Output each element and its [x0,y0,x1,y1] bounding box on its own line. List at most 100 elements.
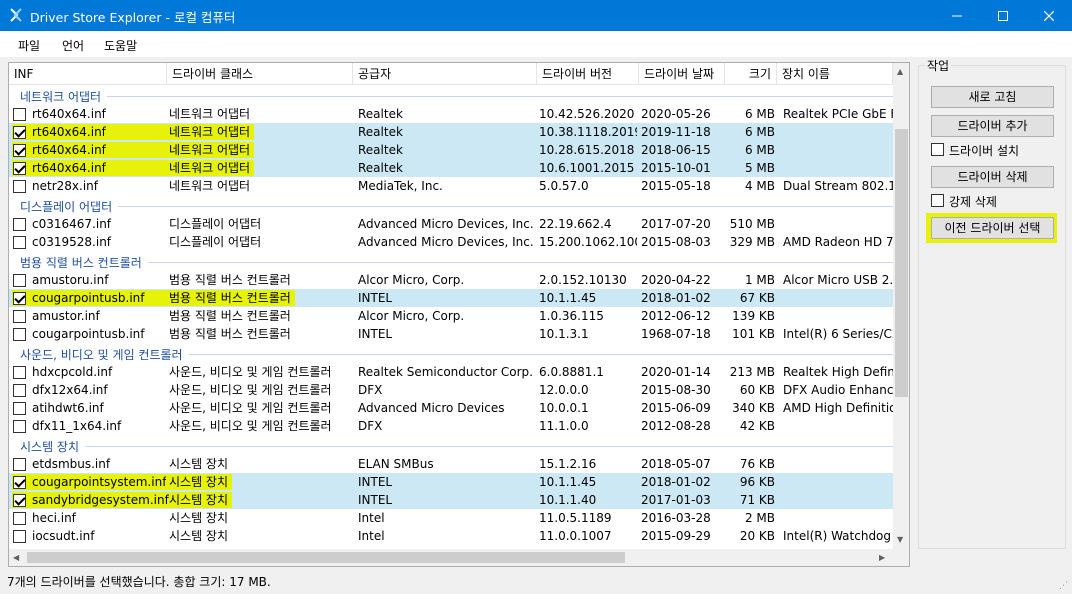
row-checkbox[interactable] [13,310,26,323]
row-checkbox[interactable] [13,384,26,397]
row-checkbox[interactable] [13,494,26,507]
table-row[interactable]: cougarpointusb.inf 범용 직렬 버스 컨트롤러 INTEL 10.1… [9,289,893,307]
delete-driver-button[interactable]: 드라이버 삭제 [931,166,1054,188]
table-row[interactable]: amustoru.inf 범용 직렬 버스 컨트롤러 Alcor Micro, Co… [9,271,893,289]
cell-size: 60 KB [739,383,775,397]
table-row[interactable]: etdsmbus.inf 시스템 장치 ELAN SMBus 15.1.2.16 201… [9,455,893,473]
cell-cls: 시스템 장치 [169,511,229,525]
cell-provider: DFX [358,419,383,433]
table-row[interactable]: heci.inf 시스템 장치 Intel 11.0.5.1189 2016-03-28… [9,509,893,527]
column-provider[interactable]: 공급자 [353,63,537,85]
menu-file[interactable]: 파일 [18,37,40,54]
group-header[interactable]: 사운드, 비디오 및 게임 컨트롤러 [9,343,893,363]
row-checkbox[interactable] [13,328,26,341]
cell-version: 10.1.1.40 [539,493,597,507]
add-driver-button[interactable]: 드라이버 추가 [931,115,1054,137]
vertical-scroll-thumb[interactable] [895,129,908,397]
cell-inf: rt640x64.inf [32,125,106,139]
horizontal-scrollbar[interactable]: ◀ ▶ [9,549,893,566]
cell-provider: INTEL [358,291,393,305]
table-row[interactable]: cougarpointsystem.inf 시스템 장치 INTEL 10.1.1.4… [9,473,893,491]
row-checkbox[interactable] [13,144,26,157]
refresh-button[interactable]: 새로 고침 [931,86,1054,108]
resize-grip-icon[interactable]: ⋰ [1059,581,1068,591]
cell-inf: amustoru.inf [32,273,109,287]
table-row[interactable]: atihdwt6.inf 사운드, 비디오 및 게임 컨트롤러 Advanced M… [9,399,893,417]
cell-date: 2015-10-01 [641,161,711,175]
group-divider [85,446,893,447]
minimize-icon [952,15,962,16]
row-checkbox[interactable] [13,274,26,287]
cell-cls: 범용 직렬 버스 컨트롤러 [169,273,291,287]
row-checkbox[interactable] [13,236,26,249]
table-row[interactable]: amustor.inf 범용 직렬 버스 컨트롤러 Alcor Micro, Cor… [9,307,893,325]
scroll-left-icon[interactable]: ◀ [13,553,19,562]
table-row[interactable]: c0316467.inf 디스플레이 어댑터 Advanced Micro Devi… [9,215,893,233]
table-row[interactable]: netr28x.inf 네트워크 어댑터 MediaTek, Inc. 5.0.57.… [9,177,893,195]
row-checkbox[interactable] [13,292,26,305]
table-row[interactable]: hdxcpcold.inf 사운드, 비디오 및 게임 컨트롤러 Realtek S… [9,363,893,381]
column-inf[interactable]: INF [9,63,167,85]
scroll-right-icon[interactable]: ▶ [879,553,885,562]
column-device-name[interactable]: 장치 이름 [777,63,893,85]
vertical-scrollbar[interactable]: ▲ ▼ [893,63,909,549]
row-checkbox[interactable] [13,530,26,543]
cell-cls: 시스템 장치 [169,493,229,507]
row-checkbox[interactable] [13,420,26,433]
table-row[interactable]: rt640x64.inf 네트워크 어댑터 Realtek 10.38.1118.20… [9,123,893,141]
cell-version: 10.1.1.45 [539,291,597,305]
row-checkbox[interactable] [13,512,26,525]
install-driver-checkbox[interactable] [931,143,944,156]
group-header[interactable]: 시스템 장치 [9,435,893,455]
cell-provider: Intel [358,529,385,543]
cell-cls: 사운드, 비디오 및 게임 컨트롤러 [169,365,332,379]
cell-date: 2019-11-18 [641,125,711,139]
group-header[interactable]: 범용 직렬 버스 컨트롤러 [9,251,893,271]
cell-provider: DFX [358,383,383,397]
force-delete-checkbox[interactable] [931,194,944,207]
cell-inf: sandybridgesystem.inf [32,493,169,507]
select-old-drivers-button[interactable]: 이전 드라이버 선택 [931,217,1054,239]
cell-date: 2020-04-22 [641,273,711,287]
column-size[interactable]: 크기 [725,63,777,85]
row-checkbox[interactable] [13,402,26,415]
row-checkbox[interactable] [13,126,26,139]
minimize-button[interactable] [934,0,980,31]
column-driver-version[interactable]: 드라이버 버전 [537,63,639,85]
table-row[interactable]: iocsudt.inf 시스템 장치 Intel 11.0.0.1007 2015-09… [9,527,893,545]
cell-inf: iocsudt.inf [32,529,95,543]
row-checkbox[interactable] [13,180,26,193]
menu-language[interactable]: 언어 [62,37,84,54]
cell-cls: 시스템 장치 [169,457,229,471]
column-driver-date[interactable]: 드라이버 날짜 [639,63,725,85]
scroll-down-icon[interactable]: ▼ [897,535,903,544]
row-checkbox[interactable] [13,162,26,175]
table-row[interactable]: rt640x64.inf 네트워크 어댑터 Realtek 10.42.526.202… [9,105,893,123]
cell-provider: MediaTek, Inc. [358,179,443,193]
close-button[interactable] [1026,0,1072,31]
cell-inf: amustor.inf [32,309,100,323]
driver-list[interactable]: INF 드라이버 클래스 공급자 드라이버 버전 드라이버 날짜 크기 장치 이… [8,62,910,567]
scroll-up-icon[interactable]: ▲ [897,67,903,76]
status-bar: 7개의 드라이버를 선택했습니다. 총합 크기: 17 MB. ⋰ [0,570,1072,594]
menu-help[interactable]: 도움말 [104,37,137,54]
cell-provider: INTEL [358,493,393,507]
table-row[interactable]: sandybridgesystem.inf 시스템 장치 INTEL 10.1.1.4… [9,491,893,509]
table-row[interactable]: rt640x64.inf 네트워크 어댑터 Realtek 10.6.1001.201… [9,159,893,177]
table-row[interactable]: dfx12x64.inf 사운드, 비디오 및 게임 컨트롤러 DFX 12.0.0.… [9,381,893,399]
row-checkbox[interactable] [13,458,26,471]
row-checkbox[interactable] [13,218,26,231]
group-header[interactable]: 디스플레이 어댑터 [9,195,893,215]
cell-device [783,290,893,306]
horizontal-scroll-thumb[interactable] [27,552,625,563]
row-checkbox[interactable] [13,476,26,489]
row-checkbox[interactable] [13,108,26,121]
maximize-button[interactable] [980,0,1026,31]
table-row[interactable]: rt640x64.inf 네트워크 어댑터 Realtek 10.28.615.201… [9,141,893,159]
group-header[interactable]: 네트워크 어댑터 [9,85,893,105]
table-row[interactable]: dfx11_1x64.inf 사운드, 비디오 및 게임 컨트롤러 DFX 11.1.… [9,417,893,435]
table-row[interactable]: c0319528.inf 디스플레이 어댑터 Advanced Micro Devi… [9,233,893,251]
cell-version: 10.42.526.2020 [539,107,635,121]
table-row[interactable]: cougarpointusb.inf 범용 직렬 버스 컨트롤러 INTEL 10.1… [9,325,893,343]
row-checkbox[interactable] [13,366,26,379]
